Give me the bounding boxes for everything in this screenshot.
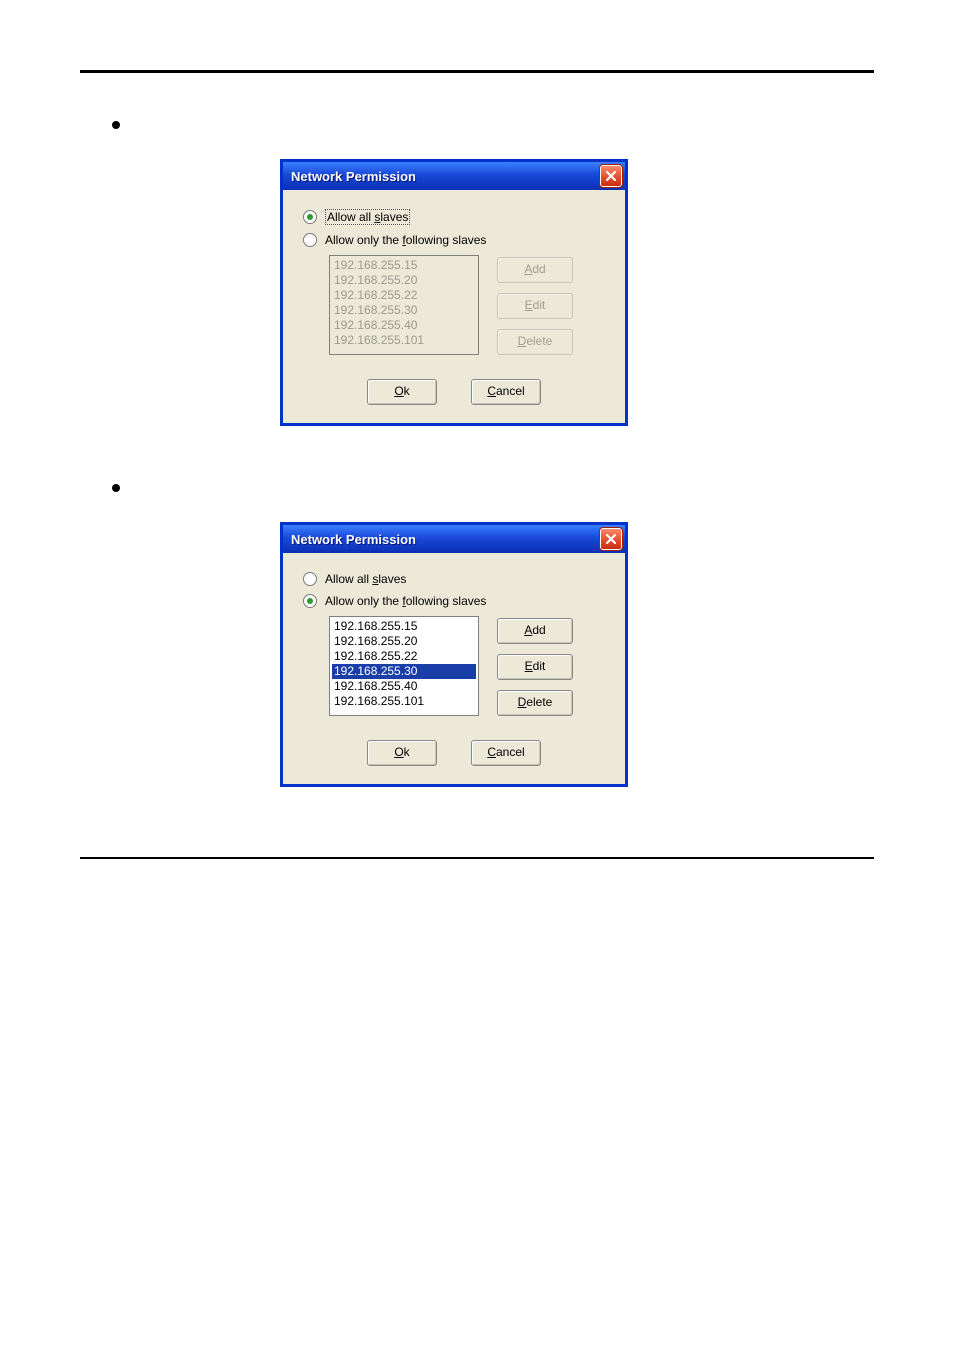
text: ancel: [496, 745, 525, 759]
text: k: [404, 384, 410, 398]
radio-icon: [303, 594, 317, 608]
list-item: 192.168.255.15: [332, 258, 476, 273]
list-item[interactable]: 192.168.255.40: [332, 679, 476, 694]
radio-allow-following[interactable]: Allow only the following slaves: [303, 594, 605, 608]
list-item-selected[interactable]: 192.168.255.30: [332, 664, 476, 679]
dialog-titlebar[interactable]: Network Permission: [283, 162, 625, 190]
text: laves: [380, 210, 408, 224]
bullet-row-2: [100, 476, 874, 492]
text: Allow all: [327, 210, 374, 224]
text: ollowing slaves: [406, 233, 487, 247]
radio-allow-following-label: Allow only the following slaves: [325, 233, 486, 247]
radio-icon: [303, 210, 317, 224]
delete-button[interactable]: Delete: [497, 690, 573, 716]
list-item: 192.168.255.22: [332, 288, 476, 303]
text: Allow only the: [325, 594, 402, 608]
bullet-icon: [112, 121, 120, 129]
text: O: [394, 745, 403, 759]
radio-icon: [303, 572, 317, 586]
list-item: 192.168.255.30: [332, 303, 476, 318]
close-icon[interactable]: [600, 165, 622, 187]
cancel-button[interactable]: Cancel: [471, 379, 541, 405]
text: C: [487, 745, 496, 759]
dialog-titlebar[interactable]: Network Permission: [283, 525, 625, 553]
add-button[interactable]: Add: [497, 618, 573, 644]
bullet-icon: [112, 484, 120, 492]
text: dit: [533, 659, 546, 673]
list-item[interactable]: 192.168.255.20: [332, 634, 476, 649]
text: elete: [526, 334, 552, 348]
radio-allow-all[interactable]: Allow all slaves: [303, 572, 605, 586]
text: O: [394, 384, 403, 398]
list-item: 192.168.255.20: [332, 273, 476, 288]
list-item[interactable]: 192.168.255.22: [332, 649, 476, 664]
text: C: [487, 384, 496, 398]
delete-button: Delete: [497, 329, 573, 355]
list-item: 192.168.255.40: [332, 318, 476, 333]
text: ancel: [496, 384, 525, 398]
ip-listbox[interactable]: 192.168.255.15 192.168.255.20 192.168.25…: [329, 616, 479, 716]
text: k: [404, 745, 410, 759]
add-button: Add: [497, 257, 573, 283]
text: D: [518, 334, 527, 348]
edit-button: Edit: [497, 293, 573, 319]
text: dd: [532, 262, 545, 276]
text: dit: [533, 298, 546, 312]
dialog-network-permission-following: Network Permission Allow all slaves: [280, 522, 628, 787]
text: laves: [378, 572, 406, 586]
ip-listbox-disabled: 192.168.255.15 192.168.255.20 192.168.25…: [329, 255, 479, 355]
text: ollowing slaves: [406, 594, 487, 608]
list-item[interactable]: 192.168.255.101: [332, 694, 476, 709]
text: Allow all: [325, 572, 372, 586]
cancel-button[interactable]: Cancel: [471, 740, 541, 766]
bullet-row-1: [100, 113, 874, 129]
list-item: 192.168.255.101: [332, 333, 476, 348]
text: dd: [532, 623, 545, 637]
close-icon[interactable]: [600, 528, 622, 550]
radio-allow-all-label: Allow all slaves: [325, 209, 410, 225]
dialog-title: Network Permission: [291, 169, 416, 184]
text: D: [518, 695, 527, 709]
dialog-network-permission-all: Network Permission Allow all slaves: [280, 159, 628, 426]
ok-button[interactable]: Ok: [367, 740, 437, 766]
radio-allow-following-label: Allow only the following slaves: [325, 594, 486, 608]
ok-button[interactable]: Ok: [367, 379, 437, 405]
radio-allow-following[interactable]: Allow only the following slaves: [303, 233, 605, 247]
text: E: [525, 298, 533, 312]
dialog-title: Network Permission: [291, 532, 416, 547]
radio-allow-all-label: Allow all slaves: [325, 572, 406, 586]
text: Allow only the: [325, 233, 402, 247]
radio-icon: [303, 233, 317, 247]
text: elete: [526, 695, 552, 709]
radio-allow-all[interactable]: Allow all slaves: [303, 209, 605, 225]
text: E: [525, 659, 533, 673]
list-item[interactable]: 192.168.255.15: [332, 619, 476, 634]
edit-button[interactable]: Edit: [497, 654, 573, 680]
